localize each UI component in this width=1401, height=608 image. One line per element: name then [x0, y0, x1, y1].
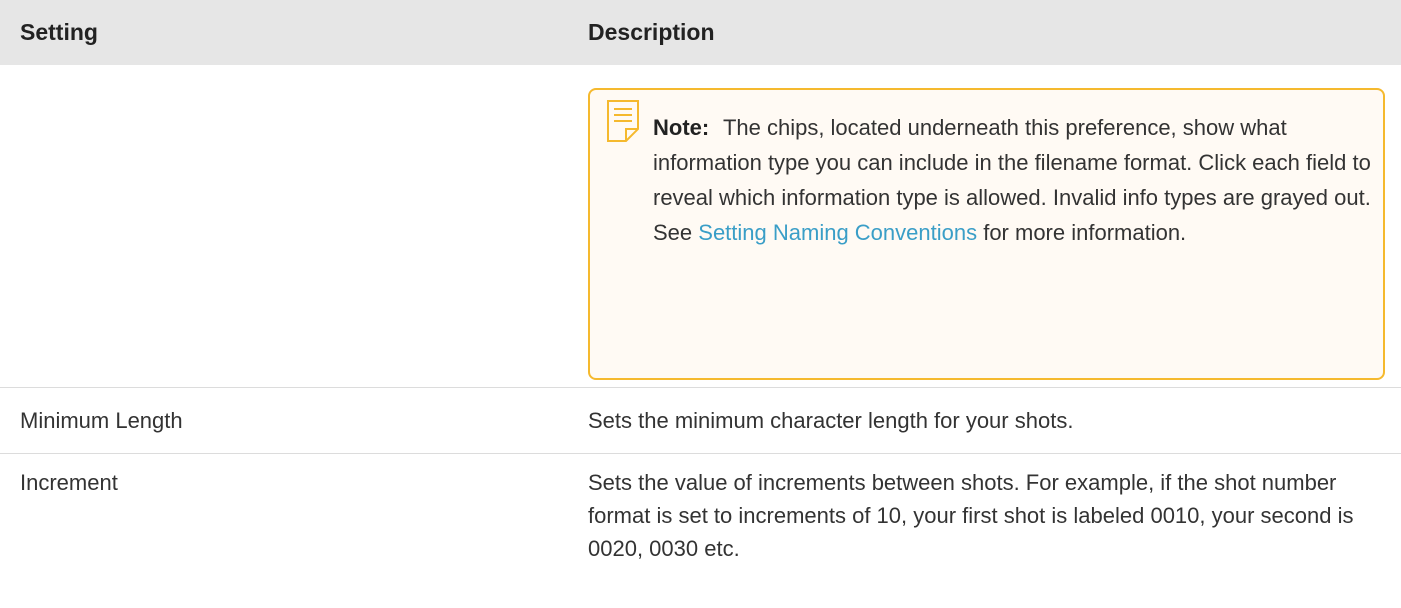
setting-column-header: Setting: [20, 19, 98, 45]
table-row: Minimum Length Sets the minimum characte…: [0, 388, 1401, 454]
setting-cell-increment: Increment: [20, 470, 118, 495]
description-cell: Note: The chips, located underneath this…: [588, 65, 1401, 387]
note-icon: [607, 100, 639, 142]
table-row: Note: The chips, located underneath this…: [0, 65, 1401, 388]
table-header-row: Setting Description: [0, 0, 1401, 65]
table-row: Increment Sets the value of increments b…: [0, 454, 1401, 606]
settings-table: Setting Description Note: The chips, loc…: [0, 0, 1401, 608]
note-body-end: for more information.: [977, 220, 1187, 245]
note-callout: Note: The chips, located underneath this…: [588, 88, 1385, 380]
description-cell-minimum-length: Sets the minimum character length for yo…: [588, 408, 1074, 433]
description-cell-increment: Sets the value of increments between sho…: [588, 470, 1354, 561]
setting-cell-minimum-length: Minimum Length: [20, 408, 183, 433]
description-column-header: Description: [588, 19, 715, 45]
setting-naming-conventions-link[interactable]: Setting Naming Conventions: [698, 220, 977, 245]
note-text: Note: The chips, located underneath this…: [653, 110, 1373, 250]
note-label: Note:: [653, 115, 710, 140]
empty-setting-cell: [0, 65, 588, 387]
